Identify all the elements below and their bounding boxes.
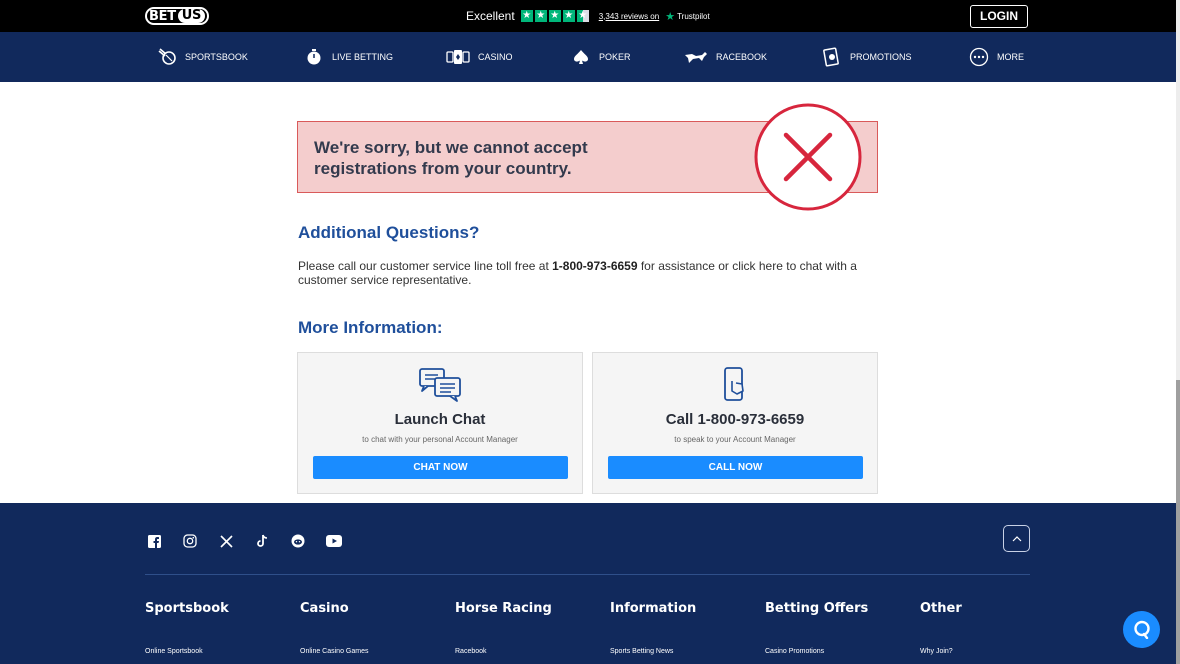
footer-column-casino: Casino Online Casino Games [300,601,450,655]
chat-bubble-icon [1133,620,1150,639]
star-icon: ★ [548,10,561,22]
nav-label: PROMOTIONS [850,52,912,62]
back-to-top-button[interactable] [1003,525,1030,552]
footer-heading: Betting Offers [765,601,869,616]
card-title: Call 1-800-973-6659 [665,411,805,428]
footer: Sportsbook Online Sportsbook Casino Onli… [0,503,1176,664]
youtube-icon[interactable] [325,532,343,550]
star-icon: ★ [520,10,533,22]
call-now-button[interactable]: CALL NOW [608,456,863,479]
cards-icon [446,47,470,67]
launch-chat-card: Launch Chat to chat with your personal A… [297,352,583,494]
nav-label: POKER [599,52,631,62]
footer-link[interactable]: Online Sportsbook [145,648,203,655]
card-subtitle: to speak to your Account Manager [674,435,796,444]
footer-column-betting-offers: Betting Offers Casino Promotions [765,601,915,655]
footer-link[interactable]: Casino Promotions [765,648,824,655]
scrollbar-thumb[interactable] [1176,380,1180,664]
betus-logo[interactable]: BET US [145,7,217,25]
footer-divider [145,574,1030,575]
footer-column-information: Information Sports Betting News [610,601,760,655]
nav-label: SPORTSBOOK [185,52,248,62]
card-title: Launch Chat [394,411,486,428]
nav-item-promotions[interactable]: PROMOTIONS [822,32,912,82]
nav-label: MORE [997,52,1024,62]
trustpilot-rating-label: Excellent [466,9,515,23]
footer-column-other: Other Why Join? [920,601,1070,655]
footer-column-horse-racing: Horse Racing Racebook [455,601,605,655]
alert-message: We're sorry, but we cannot accept regist… [314,138,588,178]
chat-icon [419,368,461,402]
reddit-icon[interactable] [289,532,307,550]
chat-now-button[interactable]: CHAT NOW [313,456,568,479]
call-card: Call 1-800-973-6659 to speak to your Acc… [592,352,878,494]
phone-number[interactable]: 1-800-973-6659 [552,259,637,273]
footer-heading: Other [920,601,962,616]
horse-icon [684,47,708,67]
nav-item-sportsbook[interactable]: SPORTSBOOK [157,32,248,82]
trustpilot-star-icon: ★ [665,10,676,23]
tiktok-icon[interactable] [253,532,271,550]
more-dots-icon [969,47,989,67]
additional-questions-heading: Additional Questions? [298,223,480,242]
main-nav: SPORTSBOOK LIVE BETTING CASINO POKER RAC… [0,32,1176,82]
chevron-up-icon [1012,536,1021,542]
login-button[interactable]: LOGIN [970,5,1028,28]
spade-icon [571,47,591,67]
half-star-icon: ★ [576,10,589,22]
footer-link[interactable]: Why Join? [920,648,953,655]
nav-item-more[interactable]: MORE [969,32,1024,82]
error-x-icon [754,103,862,211]
card-subtitle: to chat with your personal Account Manag… [362,435,518,444]
page: BET US Excellent ★ ★ ★ ★ ★ 3,343 reviews … [0,0,1180,664]
top-bar: BET US Excellent ★ ★ ★ ★ ★ 3,343 reviews … [0,0,1176,32]
star-icon: ★ [562,10,575,22]
promo-icon [822,47,842,67]
footer-heading: Casino [300,601,349,616]
x-icon[interactable] [217,532,235,550]
trustpilot-stars: ★ ★ ★ ★ ★ [520,10,589,22]
nav-item-live-betting[interactable]: LIVE BETTING [304,32,393,82]
social-links [145,532,343,550]
more-information-heading: More Information: [298,318,443,337]
nav-item-poker[interactable]: POKER [571,32,631,82]
footer-heading: Horse Racing [455,601,552,616]
footer-heading: Information [610,601,697,616]
trustpilot-logo: ★ Trustpilot [665,10,710,23]
additional-questions-text: Please call our customer service line to… [298,259,857,287]
footer-link[interactable]: Racebook [455,648,487,655]
instagram-icon[interactable] [181,532,199,550]
trustpilot-widget[interactable]: Excellent ★ ★ ★ ★ ★ 3,343 reviews on ★ T… [466,8,710,24]
footer-heading: Sportsbook [145,601,229,616]
nav-label: CASINO [478,52,513,62]
stopwatch-icon [304,47,324,67]
nav-item-racebook[interactable]: RACEBOOK [684,32,767,82]
nav-label: RACEBOOK [716,52,768,62]
footer-link[interactable]: Online Casino Games [300,648,368,655]
footer-link[interactable]: Sports Betting News [610,648,673,655]
nav-item-casino[interactable]: CASINO [446,32,513,82]
nav-label: LIVE BETTING [332,52,394,62]
trustpilot-reviews-link[interactable]: 3,343 reviews on [599,12,659,21]
star-icon: ★ [534,10,547,22]
live-chat-launcher[interactable] [1123,611,1160,648]
phone-icon [724,367,744,401]
sportsbook-icon [157,47,177,67]
facebook-icon[interactable] [145,532,163,550]
footer-column-sportsbook: Sportsbook Online Sportsbook [145,601,295,655]
